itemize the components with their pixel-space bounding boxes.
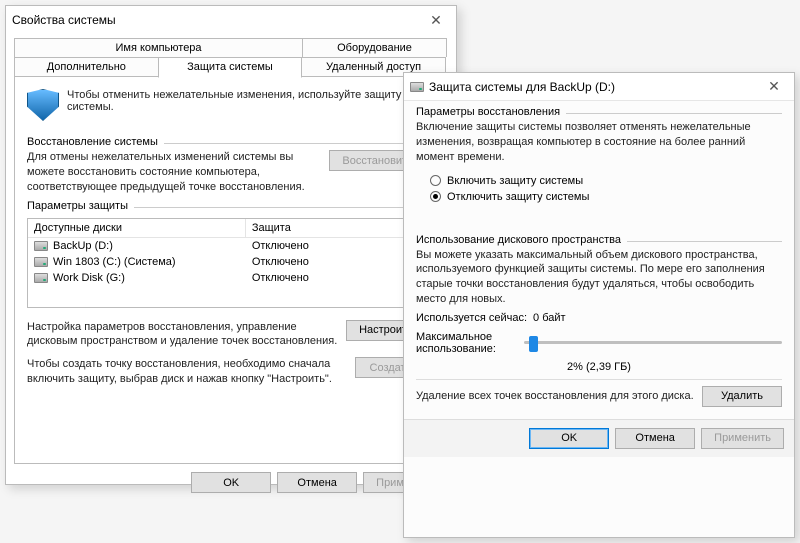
table-row[interactable]: Win 1803 (C:) (Система) Отключено <box>28 254 417 270</box>
slider-thumb[interactable] <box>529 336 538 352</box>
ok-button[interactable]: OK <box>529 428 609 449</box>
close-icon[interactable]: ✕ <box>760 75 788 99</box>
restore-section: Восстановление системы Для отмены нежела… <box>27 143 435 195</box>
delete-text: Удаление всех точек восстановления для э… <box>416 389 694 404</box>
restore-params-section: Параметры восстановления Включение защит… <box>416 113 782 205</box>
apply-button[interactable]: Применить <box>701 428 784 449</box>
create-text: Чтобы создать точку восстановления, необ… <box>27 357 347 387</box>
restore-description: Включение защиты системы позволяет отмен… <box>416 120 782 165</box>
titlebar[interactable]: Защита системы для BackUp (D:) ✕ <box>404 73 794 101</box>
params-legend: Параметры защиты <box>27 200 134 212</box>
drive-status: Отключено <box>246 255 417 269</box>
drive-name: Work Disk (G:) <box>53 272 125 284</box>
drive-name: Win 1803 (C:) (Система) <box>53 256 176 268</box>
max-usage-label: Максимальное использование: <box>416 331 516 355</box>
close-icon[interactable]: ✕ <box>422 8 450 32</box>
shield-icon <box>27 89 59 121</box>
disk-usage-text: Вы можете указать максимальный объем дис… <box>416 248 782 307</box>
drive-status: Отключено <box>246 271 417 285</box>
intro-text: Чтобы отменить нежелательные изменения, … <box>67 89 435 121</box>
system-protection-dialog: Защита системы для BackUp (D:) ✕ Парамет… <box>403 72 795 538</box>
tab-panel: Чтобы отменить нежелательные изменения, … <box>14 76 448 464</box>
col-protection[interactable]: Защита <box>246 219 417 237</box>
radio-label: Отключить защиту системы <box>447 191 589 203</box>
disk-usage-legend: Использование дискового пространства <box>416 234 627 246</box>
max-usage-slider[interactable] <box>524 341 782 344</box>
used-label: Используется сейчас: <box>416 312 527 324</box>
drive-status: Отключено <box>246 239 417 253</box>
configure-text: Настройка параметров восстановления, упр… <box>27 320 338 350</box>
drive-icon <box>34 273 48 283</box>
drive-icon <box>410 82 424 92</box>
window-title: Защита системы для BackUp (D:) <box>429 80 760 94</box>
tab-hardware[interactable]: Оборудование <box>302 38 447 57</box>
delete-button[interactable]: Удалить <box>702 386 782 407</box>
radio-disable-protection[interactable]: Отключить защиту системы <box>416 189 782 205</box>
radio-enable-protection[interactable]: Включить защиту системы <box>416 173 782 189</box>
cancel-button[interactable]: Отмена <box>615 428 695 449</box>
disk-usage-section: Использование дискового пространства Вы … <box>416 241 782 407</box>
tab-system-protection[interactable]: Защита системы <box>158 57 303 78</box>
system-properties-window: Свойства системы ✕ Имя компьютера Оборуд… <box>5 5 457 485</box>
window-title: Свойства системы <box>12 13 422 27</box>
radio-label: Включить защиту системы <box>447 175 583 187</box>
titlebar[interactable]: Свойства системы ✕ <box>6 6 456 34</box>
cancel-button[interactable]: Отмена <box>277 472 357 493</box>
used-value: 0 байт <box>533 312 566 324</box>
slider-value: 2% (2,39 ГБ) <box>416 357 782 373</box>
restore-text: Для отмены нежелательных изменений систе… <box>27 150 321 195</box>
drive-icon <box>34 241 48 251</box>
drive-icon <box>34 257 48 267</box>
table-row[interactable]: BackUp (D:) Отключено <box>28 238 417 254</box>
col-drives[interactable]: Доступные диски <box>28 219 246 237</box>
radio-icon <box>430 175 441 186</box>
ok-button[interactable]: OK <box>191 472 271 493</box>
protection-params-section: Параметры защиты Доступные диски Защита … <box>27 207 435 387</box>
table-row[interactable]: Work Disk (G:) Отключено <box>28 270 417 286</box>
tab-computer-name[interactable]: Имя компьютера <box>14 38 303 57</box>
radio-icon <box>430 191 441 202</box>
drive-name: BackUp (D:) <box>53 240 113 252</box>
tab-advanced[interactable]: Дополнительно <box>14 57 159 77</box>
restore-params-legend: Параметры восстановления <box>416 106 566 118</box>
drives-table: Доступные диски Защита BackUp (D:) Отклю… <box>27 218 435 308</box>
restore-legend: Восстановление системы <box>27 136 164 148</box>
